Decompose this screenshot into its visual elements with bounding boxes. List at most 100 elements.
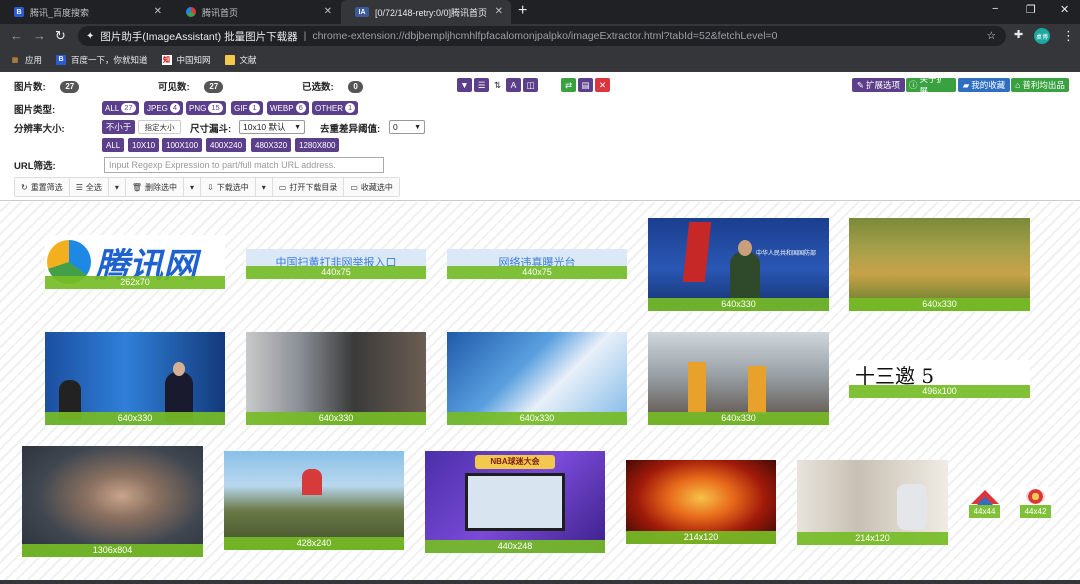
- image-tile[interactable]: 网络违真曝光台 440x75: [447, 249, 627, 279]
- pill-count: 27: [121, 103, 136, 113]
- download-selected-button[interactable]: ⇩ 下载选中: [201, 178, 256, 196]
- select-value: 10x10 默认: [243, 122, 286, 132]
- bookmark-star-icon[interactable]: ☆: [987, 30, 996, 42]
- size-400x240[interactable]: 400X240: [206, 138, 247, 152]
- pill-count: 6: [295, 103, 306, 113]
- maximize-button[interactable]: ❐: [1026, 3, 1036, 16]
- image-size-caption: 440x248: [425, 540, 605, 553]
- forward-icon[interactable]: →: [33, 28, 46, 43]
- button-label: 我的收藏: [971, 80, 1006, 90]
- image-tile[interactable]: 640x330: [447, 332, 627, 425]
- close-button[interactable]: ✕: [595, 78, 610, 92]
- text-view-button[interactable]: A: [506, 78, 521, 92]
- swap-button[interactable]: ⇄: [561, 78, 576, 92]
- type-webp[interactable]: WEBP 6: [267, 101, 309, 115]
- close-tab-icon[interactable]: ✕: [324, 6, 332, 17]
- not-less-than-button[interactable]: 不小于: [102, 120, 135, 134]
- button-label: 关于扩展: [919, 74, 946, 96]
- address-bar[interactable]: ✦ 图片助手(ImageAssistant) 批量图片下载器 | chrome-…: [78, 26, 1006, 46]
- image-tile[interactable]: 640x330: [849, 218, 1030, 311]
- grid-view-button[interactable]: ◫: [523, 78, 538, 92]
- menu-icon[interactable]: ⋮: [1062, 28, 1075, 44]
- download-dropdown-button[interactable]: ▾: [255, 178, 273, 196]
- image-tile[interactable]: NBA球迷大会 440x248: [425, 451, 605, 553]
- size-all[interactable]: ALL: [102, 138, 125, 152]
- close-window-button[interactable]: ✕: [1060, 3, 1069, 16]
- image-tile[interactable]: 44x44: [969, 487, 1000, 518]
- image-tile[interactable]: 十三邀 5 496x100: [849, 360, 1030, 398]
- bookmark-baidu[interactable]: B 百度一下，你就知道: [56, 54, 148, 66]
- url-filter-label: URL筛选:: [14, 161, 56, 172]
- filter-button[interactable]: ▼: [457, 78, 472, 92]
- tab-image-assistant[interactable]: IA [0/72/148-retry:0/0]腾讯首页 ✕: [341, 0, 511, 24]
- image-tile[interactable]: 214x120: [797, 460, 948, 545]
- pill-name: WEBP: [270, 103, 294, 113]
- image-tile[interactable]: 214x120: [626, 460, 776, 544]
- image-tile[interactable]: 428x240: [224, 451, 404, 550]
- reset-filter-button[interactable]: ↻ 重置筛选: [15, 178, 70, 196]
- delete-selected-button[interactable]: 🗑 删除选中: [125, 178, 185, 196]
- benefits-button[interactable]: ⌂ 普利均出品: [1011, 78, 1069, 92]
- about-button[interactable]: ⓘ 关于扩展: [906, 74, 956, 96]
- bookmark-cnki[interactable]: 知 中国知网: [161, 54, 211, 66]
- image-tile[interactable]: 腾讯网 262x70: [45, 235, 225, 289]
- caret-icon: ▾: [261, 182, 266, 192]
- action-label: 重置筛选: [30, 182, 63, 192]
- favorite-selected-button[interactable]: ▭ 收藏选中: [344, 178, 399, 196]
- new-tab-button[interactable]: +: [518, 2, 527, 20]
- minimize-button[interactable]: −: [992, 3, 998, 15]
- select-all-button[interactable]: ☰ 全选: [69, 178, 109, 196]
- pill-name: GIF: [234, 103, 248, 113]
- select-dropdown-button[interactable]: ▾: [108, 178, 126, 196]
- reload-icon[interactable]: ↻: [55, 28, 66, 44]
- url-filter-input[interactable]: Input Regexp Expression to part/full mat…: [104, 157, 384, 173]
- selected-count-label: 已选数:: [302, 82, 334, 93]
- image-tile[interactable]: 640x330: [246, 332, 426, 425]
- grid-icon: ◫: [526, 79, 535, 90]
- image-size-caption: 640x330: [45, 412, 225, 425]
- type-all[interactable]: ALL 27: [102, 101, 139, 115]
- close-tab-icon[interactable]: ✕: [495, 6, 503, 17]
- open-download-dir-button[interactable]: ▭ 打开下载目录: [272, 178, 345, 196]
- back-icon[interactable]: ←: [10, 28, 23, 43]
- type-gif[interactable]: GIF 1: [231, 101, 263, 115]
- image-tile[interactable]: 中华人民共和国国防部 640x330: [648, 218, 829, 311]
- type-other[interactable]: OTHER 1: [312, 101, 359, 115]
- image-tile[interactable]: 1306x804: [22, 446, 203, 557]
- size-funnel-select[interactable]: 10x10 默认 ▼: [239, 120, 305, 134]
- tab-qq[interactable]: 腾讯首页 ✕: [172, 0, 340, 24]
- sort-button[interactable]: ⇅: [491, 78, 504, 92]
- size-10x10[interactable]: 10X10: [128, 138, 160, 152]
- dedupe-select[interactable]: 0 ▼: [389, 120, 425, 134]
- image-tile[interactable]: 中国扫黄打非网举报入口 440x75: [246, 249, 426, 279]
- image-size-caption: 262x70: [45, 276, 225, 289]
- type-png[interactable]: PNG 15: [186, 101, 226, 115]
- delete-dropdown-button[interactable]: ▾: [184, 178, 202, 196]
- close-icon: ✕: [598, 79, 607, 90]
- tab-title: 腾讯_百度搜索: [30, 7, 90, 18]
- copy-button[interactable]: ▤: [578, 78, 593, 92]
- close-tab-icon[interactable]: ✕: [154, 6, 162, 17]
- bottom-scroll-edge: [0, 580, 1080, 584]
- image-tile[interactable]: 640x330: [648, 332, 829, 425]
- button-label: 扩展选项: [866, 80, 901, 90]
- extensions-icon[interactable]: ✚: [1014, 28, 1023, 41]
- tab-baidu[interactable]: B 腾讯_百度搜索 ✕: [0, 0, 170, 24]
- image-tile[interactable]: 44x42: [1020, 487, 1051, 518]
- bookmark-apps[interactable]: ▦ 应用: [10, 54, 42, 66]
- caret-icon: ▾: [190, 182, 195, 192]
- my-favorites-button[interactable]: ▰ 我的收藏: [958, 78, 1010, 92]
- image-tile[interactable]: 640x330: [45, 332, 225, 425]
- size-480x320[interactable]: 480X320: [251, 138, 292, 152]
- profile-avatar[interactable]: 桌博: [1034, 28, 1050, 44]
- url-separator: |: [303, 30, 307, 42]
- size-100x100[interactable]: 100X100: [162, 138, 203, 152]
- bookmark-folder[interactable]: 文献: [224, 54, 257, 66]
- list-view-button[interactable]: ☰: [474, 78, 489, 92]
- specified-size-button[interactable]: 指定大小: [138, 120, 181, 134]
- type-jpeg[interactable]: JPEG 4: [144, 101, 184, 115]
- selected-count-badge: 0: [348, 81, 363, 94]
- size-1280x800[interactable]: 1280X800: [295, 138, 340, 152]
- extension-options-button[interactable]: ✎ 扩展选项: [852, 78, 905, 92]
- selected-count: 已选数: 0: [302, 79, 363, 94]
